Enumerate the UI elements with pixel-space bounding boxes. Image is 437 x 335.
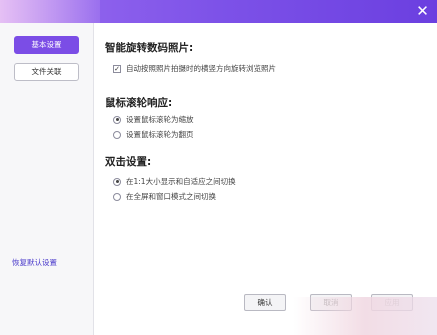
section-title-dblclick: 双击设置: xyxy=(105,156,152,168)
sidebar-item-file-association[interactable]: 文件关联 xyxy=(14,63,79,81)
wheel-zoom-radio-option[interactable]: 设置鼠标滚轮为缩放 xyxy=(113,114,194,125)
dblclick-fit-label: 在1:1大小显示和自适应之间切换 xyxy=(126,177,236,186)
radio-selected-icon[interactable] xyxy=(113,177,121,186)
auto-rotate-label: 自动按照照片拍摄时的横竖方向旋转浏览照片 xyxy=(126,64,276,73)
checkbox-checked-icon[interactable]: ✓ xyxy=(113,64,121,73)
wheel-page-radio-option[interactable]: 设置鼠标滚轮为翻页 xyxy=(113,129,194,140)
close-icon: ✕ xyxy=(416,2,429,20)
settings-panel: 智能旋转数码照片: ✓ 自动按照照片拍摄时的横竖方向旋转浏览照片 鼠标滚轮响应:… xyxy=(95,23,437,335)
sidebar-item-basic-settings[interactable]: 基本设置 xyxy=(14,36,79,54)
section-title-rotate: 智能旋转数码照片: xyxy=(105,42,194,54)
radio-unselected-icon[interactable] xyxy=(113,130,121,139)
title-bar: ✕ xyxy=(0,0,437,23)
dblclick-fullscreen-radio-option[interactable]: 在全屏和窗口模式之间切换 xyxy=(113,191,216,202)
close-button[interactable]: ✕ xyxy=(414,3,431,20)
dblclick-fit-radio-option[interactable]: 在1:1大小显示和自适应之间切换 xyxy=(113,176,236,187)
section-title-wheel: 鼠标滚轮响应: xyxy=(105,97,173,109)
radio-selected-icon[interactable] xyxy=(113,115,121,124)
sidebar: 基本设置 文件关联 恢复默认设置 xyxy=(0,23,94,335)
dblclick-fullscreen-label: 在全屏和窗口模式之间切换 xyxy=(126,192,216,201)
blur-overlay xyxy=(293,297,437,335)
auto-rotate-checkbox-option[interactable]: ✓ 自动按照照片拍摄时的横竖方向旋转浏览照片 xyxy=(113,63,276,74)
wheel-page-label: 设置鼠标滚轮为翻页 xyxy=(126,130,194,139)
title-bar-highlight xyxy=(0,0,100,23)
radio-unselected-icon[interactable] xyxy=(113,192,121,201)
restore-defaults-link[interactable]: 恢复默认设置 xyxy=(12,257,57,268)
confirm-button[interactable]: 确认 xyxy=(244,294,286,311)
wheel-zoom-label: 设置鼠标滚轮为缩放 xyxy=(126,115,194,124)
